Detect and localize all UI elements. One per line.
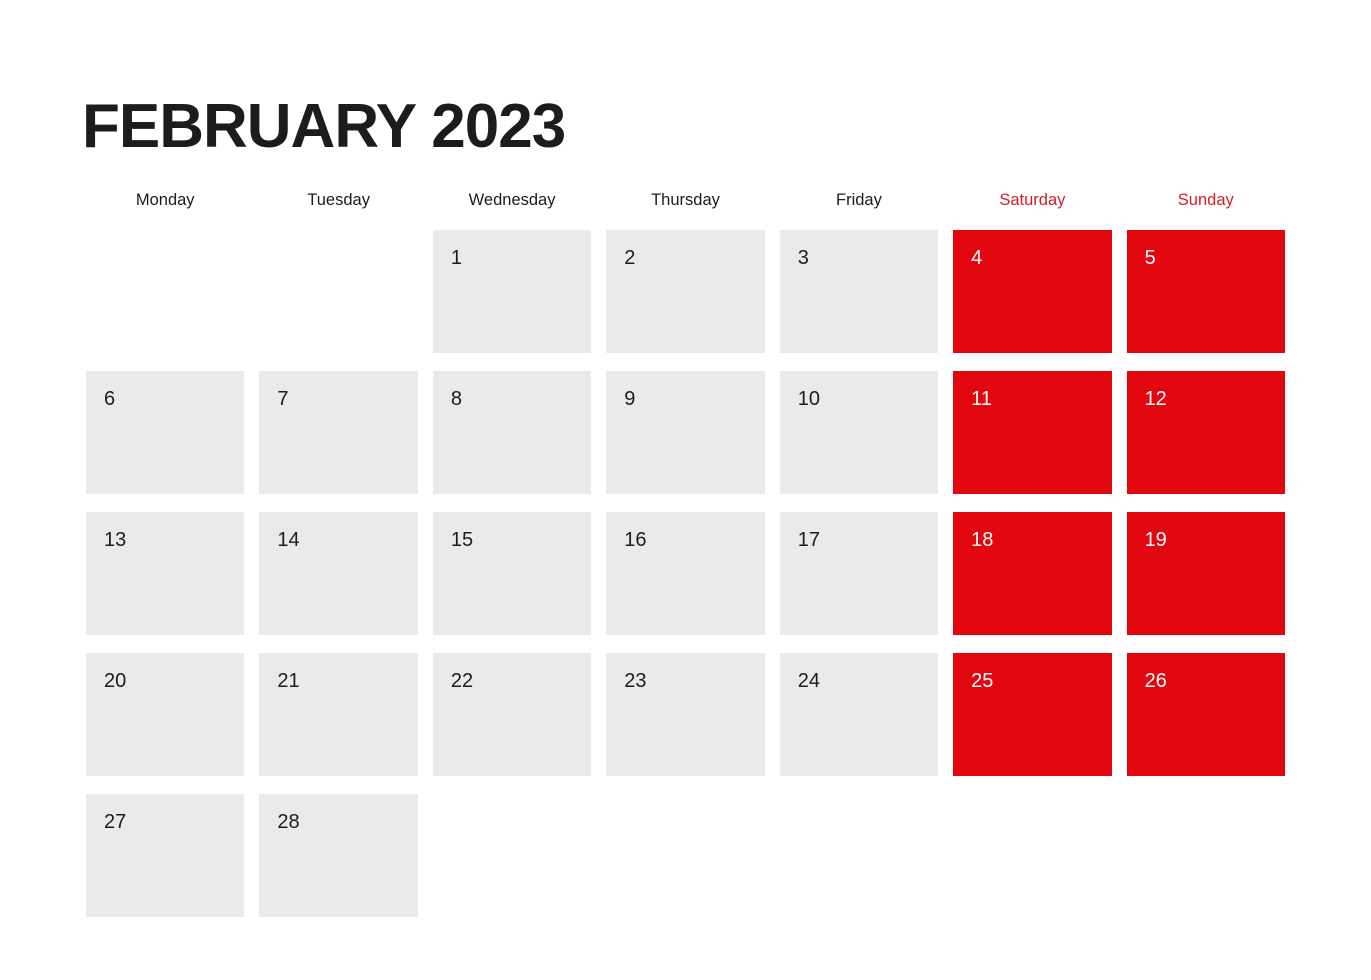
day-number: 20 — [104, 670, 127, 692]
page-title: FEBRUARY 2023 — [82, 92, 566, 161]
day-cell[interactable]: 19 — [1126, 512, 1285, 635]
calendar-grid: 1 2 3 4 5 6 7 8 9 10 11 12 13 14 15 16 17 18 19 20 21 22 23 24 2… — [86, 230, 1285, 917]
day-number: 7 — [277, 388, 289, 410]
day-number: 21 — [277, 670, 300, 692]
day-cell[interactable]: 18 — [953, 512, 1112, 635]
day-cell[interactable]: 23 — [606, 653, 765, 776]
day-cell[interactable]: 13 — [86, 512, 245, 635]
day-number: 9 — [624, 388, 636, 410]
day-cell[interactable]: 1 — [432, 230, 592, 353]
day-cell[interactable]: 4 — [953, 230, 1112, 353]
day-cell[interactable]: 22 — [432, 653, 592, 776]
day-cell[interactable]: 3 — [779, 230, 939, 353]
day-number: 18 — [971, 529, 994, 551]
day-cell-empty — [86, 230, 244, 353]
day-cell[interactable]: 15 — [432, 512, 592, 635]
day-cell[interactable]: 8 — [432, 371, 592, 494]
day-cell[interactable]: 21 — [259, 653, 418, 776]
weekday-header-monday: Monday — [135, 191, 195, 209]
day-number: 28 — [277, 811, 300, 833]
day-cell[interactable]: 9 — [606, 371, 765, 494]
weekday-header-wednesday: Wednesday — [468, 191, 556, 209]
day-cell-empty — [1127, 794, 1285, 917]
day-cell[interactable]: 5 — [1126, 230, 1285, 353]
day-number: 25 — [971, 670, 994, 692]
day-cell-empty — [953, 794, 1111, 917]
day-number: 8 — [450, 388, 462, 410]
day-number: 5 — [1144, 247, 1156, 269]
day-number: 10 — [797, 388, 820, 410]
day-cell[interactable]: 6 — [86, 371, 245, 494]
day-cell[interactable]: 2 — [606, 230, 765, 353]
day-cell[interactable]: 26 — [1126, 653, 1285, 776]
day-cell-empty — [433, 794, 591, 917]
day-number: 15 — [450, 529, 474, 551]
weekday-header-sunday: Sunday — [1177, 191, 1234, 209]
day-cell[interactable]: 25 — [953, 653, 1112, 776]
day-number: 26 — [1144, 670, 1167, 692]
day-number: 13 — [104, 529, 127, 551]
day-number: 1 — [450, 247, 462, 269]
day-number: 6 — [104, 388, 116, 410]
day-number: 11 — [971, 388, 992, 410]
weekday-header-thursday: Thursday — [651, 191, 720, 209]
day-number: 17 — [797, 529, 820, 551]
day-cell-empty — [259, 230, 417, 353]
day-number: 12 — [1144, 388, 1167, 410]
day-cell-empty — [780, 794, 938, 917]
day-number: 2 — [624, 247, 636, 269]
day-number: 24 — [797, 670, 820, 692]
weekday-header-saturday: Saturday — [999, 191, 1066, 209]
day-cell[interactable]: 17 — [779, 512, 939, 635]
day-number: 3 — [797, 247, 809, 269]
day-cell[interactable]: 10 — [779, 371, 939, 494]
day-cell[interactable]: 16 — [606, 512, 765, 635]
day-cell[interactable]: 27 — [86, 794, 245, 917]
day-number: 22 — [450, 670, 474, 692]
day-cell[interactable]: 11 — [953, 371, 1112, 494]
day-cell[interactable]: 7 — [259, 371, 418, 494]
weekday-header-friday: Friday — [836, 191, 882, 209]
day-number: 27 — [104, 811, 127, 833]
day-number: 19 — [1144, 529, 1167, 551]
day-number: 4 — [971, 247, 983, 269]
day-cell[interactable]: 20 — [86, 653, 245, 776]
day-number: 14 — [277, 529, 300, 551]
day-cell[interactable]: 12 — [1126, 371, 1285, 494]
calendar-page: FEBRUARY 2023 Monday Tuesday Wednesday Thur… — [0, 0, 1371, 980]
weekday-header-tuesday: Tuesday — [307, 191, 370, 209]
day-number: 16 — [624, 529, 647, 551]
weekday-header-row: Monday Tuesday Wednesday Thursday Friday Satu… — [86, 189, 1285, 211]
day-cell[interactable]: 14 — [259, 512, 418, 635]
day-cell[interactable]: 28 — [259, 794, 418, 917]
day-cell[interactable]: 24 — [779, 653, 939, 776]
day-cell-empty — [606, 794, 764, 917]
day-number: 23 — [624, 670, 647, 692]
